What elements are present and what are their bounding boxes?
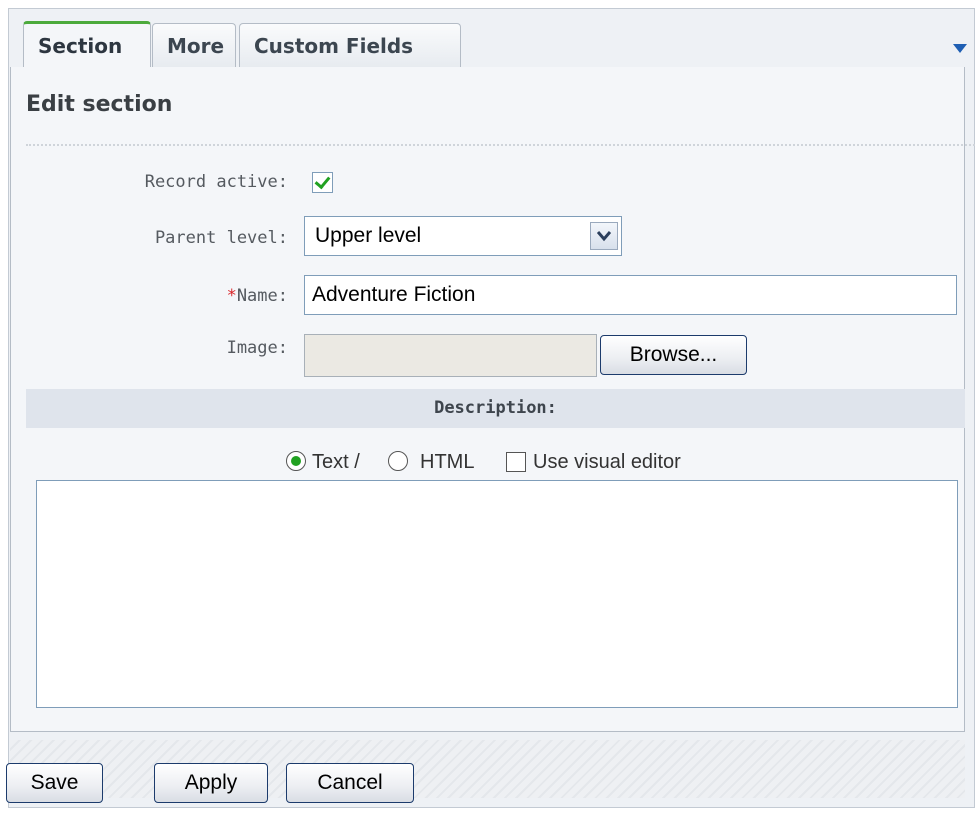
html-radio-label: HTML — [420, 451, 475, 473]
title-divider — [26, 144, 975, 146]
tabs-menu-dropdown-icon[interactable] — [953, 44, 967, 53]
description-header: Description: — [26, 389, 965, 428]
description-textarea[interactable] — [36, 480, 958, 708]
required-marker: * — [226, 286, 237, 306]
name-label: *Name: — [88, 286, 288, 306]
checkmark-icon — [314, 172, 331, 190]
html-radio[interactable] — [388, 451, 408, 471]
parent-level-label: Parent level: — [154, 228, 288, 248]
text-radio[interactable] — [286, 451, 306, 471]
tab-custom-fields[interactable]: Custom Fields — [239, 23, 461, 67]
record-active-checkbox[interactable] — [312, 172, 333, 193]
tab-section[interactable]: Section — [23, 21, 151, 67]
image-file-field[interactable] — [304, 334, 597, 377]
page-title: Edit section — [26, 92, 173, 117]
tab-bar: Section More Custom Fields — [0, 0, 979, 67]
parent-level-select[interactable]: Upper level — [304, 216, 622, 256]
radio-selected-dot — [291, 456, 301, 466]
visual-editor-checkbox[interactable] — [506, 452, 526, 472]
tab-more[interactable]: More — [152, 23, 236, 67]
visual-editor-label: Use visual editor — [533, 451, 681, 473]
name-label-text: Name: — [236, 286, 288, 306]
name-input[interactable]: Adventure Fiction — [304, 275, 957, 315]
chevron-down-icon[interactable] — [590, 222, 618, 250]
image-label: Image: — [226, 338, 288, 358]
parent-level-value: Upper level — [315, 224, 422, 247]
cancel-button[interactable]: Cancel — [286, 763, 414, 803]
record-active-label: Record active: — [144, 172, 288, 192]
text-radio-label: Text / — [312, 451, 360, 473]
browse-button[interactable]: Browse... — [600, 335, 747, 375]
save-button[interactable]: Save — [6, 763, 103, 803]
apply-button[interactable]: Apply — [154, 763, 268, 803]
